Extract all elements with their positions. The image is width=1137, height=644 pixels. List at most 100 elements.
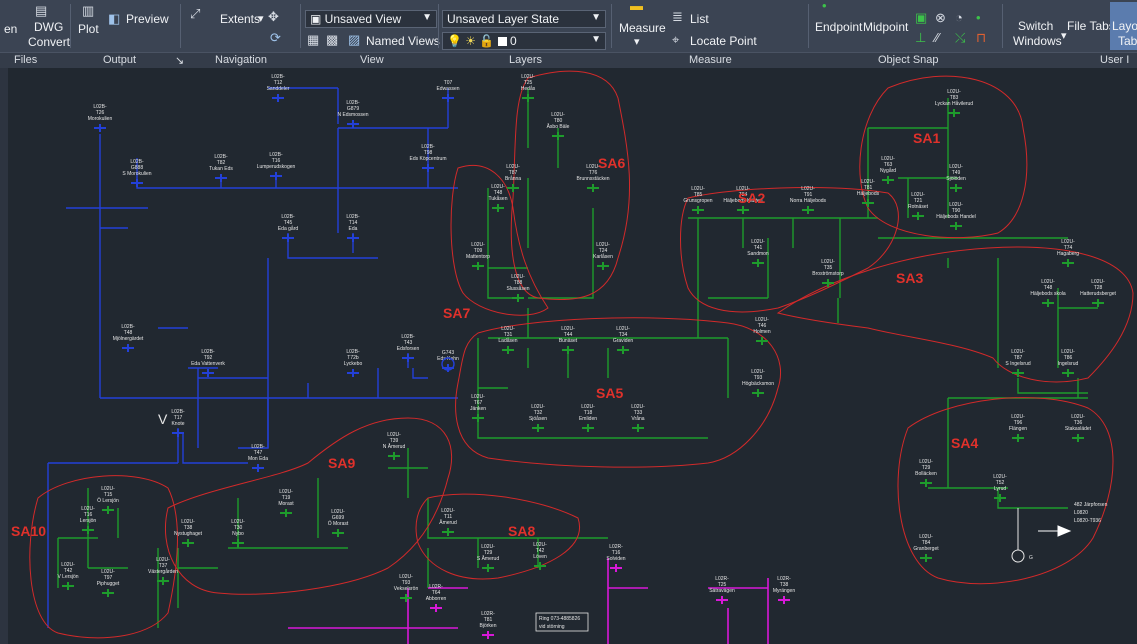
output-expand-icon[interactable]: ↘ (175, 54, 184, 67)
substation-node[interactable]: L02B-T92Eda Vattenverk (191, 349, 225, 377)
intersection-snap-icon[interactable]: • (976, 10, 981, 25)
layer-dropdown[interactable]: 💡 ☀ 🔓 0 ▼ (442, 32, 606, 50)
substation-node[interactable]: L02B-G888S Morokulien (122, 159, 152, 187)
substation-node[interactable]: L02U-T80Åsbo Bäle (547, 112, 570, 140)
substation-node[interactable]: L02U-T48Tukåsen (489, 184, 508, 212)
substation-node[interactable]: L02U-T39N Åmerud (383, 432, 406, 460)
node-snap-icon[interactable]: ⊗ (935, 10, 946, 26)
measure-dropdown-icon[interactable]: ▾ (634, 35, 640, 48)
substation-node[interactable]: L02U-T35Broströmstorp (812, 259, 844, 287)
open-button[interactable]: en (4, 22, 17, 36)
substation-node[interactable]: L02U-T93Vekselsrön (394, 574, 419, 602)
substation-node[interactable]: L02U-T86Ingelsrud (1058, 349, 1079, 377)
layer-state-dropdown[interactable]: Unsaved Layer State ▼ (442, 10, 606, 28)
substation-node[interactable]: L02U-T36Stakaslädet (1065, 414, 1092, 442)
measure-button[interactable]: Measure (619, 21, 666, 35)
substation-node[interactable]: L02U-T16Lersjön (80, 506, 97, 534)
extents-button[interactable]: Extents (220, 12, 260, 26)
substation-node[interactable]: L02U-T90Häljebods Handel (936, 202, 976, 230)
substation-node[interactable]: G743Eds Kehn (437, 350, 459, 372)
substation-node[interactable]: L02U-T09Mattentorp (466, 242, 490, 270)
parallel-snap-icon[interactable]: ∕∕ (935, 30, 939, 45)
substation-node[interactable]: L02U-T52Lyrud (993, 474, 1007, 502)
object-snap-settings-icon[interactable]: ⊓ (976, 30, 986, 46)
substation-node[interactable]: L02U-T38Nystughaget (174, 519, 203, 547)
substation-node[interactable]: L02U-T44Bunäset (559, 326, 578, 354)
substation-node[interactable]: L02U-T91Norra Häljebods (790, 186, 827, 214)
drawing-canvas[interactable]: L02B- T26 Morokulien L02B- T12 Sanddeler T07 Ed… (8, 68, 1137, 644)
orbit-icon[interactable]: ⟳ (270, 30, 281, 46)
substation-node[interactable]: L02U-T46Holmen (753, 317, 771, 345)
substation-node[interactable]: L02B-T17Knote (171, 409, 185, 437)
substation-node[interactable]: L02U-T48Häljebods skola (1030, 279, 1066, 307)
substation-node[interactable]: L02U-T33Vråna (631, 404, 645, 432)
substation-node[interactable]: L02B-T98Eds Köpcentrum (410, 144, 447, 172)
perpendicular-snap-icon[interactable]: ⊥ (915, 30, 926, 46)
substation-node[interactable]: L02U-T97Piphugget (97, 569, 120, 597)
substation-node[interactable]: L02U-T18Emliden (579, 404, 597, 432)
substation-node[interactable]: L02U-T93Högbäcksmon (742, 369, 774, 397)
substation-node[interactable]: L02U-T15Ö Lersjön (97, 486, 119, 514)
switch-windows-dropdown-icon[interactable]: ▾ (1061, 29, 1067, 42)
file-tabs-button[interactable]: File Tabs (1067, 19, 1115, 33)
substation-node[interactable]: L02B-T48Mjölnergärdet (113, 324, 144, 352)
substation-node[interactable]: L02U-T29Bolläcken (915, 459, 937, 487)
substation-node[interactable]: L02U-T74Hagaberg (1057, 239, 1079, 267)
substation-node[interactable]: L02U-G699Ö Morast (328, 509, 349, 537)
substation-node[interactable]: L02U-T84Granberget (913, 534, 939, 562)
view-dropdown[interactable]: ▣ Unsaved View ▼ (305, 10, 437, 28)
substation-node[interactable]: L02U-T21Rotnäset (908, 192, 929, 220)
view-manager-icon[interactable]: ▦ (307, 32, 319, 48)
substation-node[interactable]: L02U-T34Graviden (613, 326, 634, 354)
list-button[interactable]: List (690, 12, 709, 26)
substation-node[interactable]: L02U-T11Åmerud (439, 508, 457, 536)
endpoint-snap-button[interactable]: Endpoint (815, 20, 862, 34)
substation-node[interactable]: L02U-T25Hedås (521, 74, 536, 102)
substation-node[interactable]: L02U-T87S Ingelsrud (1005, 349, 1031, 377)
substation-node[interactable]: L02R-T38Myrängen (773, 576, 795, 604)
drawing-svg[interactable]: L02B-T26Morokulien L02B-T12Sanddeler T07Ed… (8, 68, 1137, 644)
substation-node[interactable]: L02U-T49Sjölöden (946, 164, 966, 192)
locate-point-button[interactable]: Locate Point (690, 34, 757, 48)
substation-node[interactable]: L02U-T67Jänken (470, 394, 486, 422)
substation-node[interactable]: L02U-T41Sandmon (747, 239, 769, 267)
restore-view-icon[interactable]: ▩ (326, 32, 338, 48)
substation-node[interactable]: L02U-T31Ladåsen (498, 326, 518, 354)
preview-button[interactable]: Preview (126, 12, 169, 26)
substation-node[interactable]: L02B-T82Tukan Eds (209, 154, 233, 182)
named-views-button[interactable]: Named Views (366, 34, 440, 48)
substation-node[interactable]: L02U-T63Nygård (880, 156, 896, 184)
substation-node[interactable]: T07Edwassen (436, 80, 460, 102)
substation-node[interactable]: L02B-T43Edsforsen (397, 334, 420, 362)
center-snap-icon[interactable]: ▣ (915, 10, 927, 26)
substation-node[interactable]: L02B-T12Sanddeler (267, 74, 290, 102)
substation-node[interactable]: L02B-T72bLyckebo (344, 349, 363, 377)
substation-node[interactable]: L02B-T45Eda gård (278, 214, 299, 242)
extents-dropdown-icon[interactable]: ▾ (258, 12, 264, 25)
substation-node[interactable]: L02U-T19Morast (278, 489, 294, 517)
substation-node[interactable]: L02U-T29S Åmerud (477, 544, 499, 572)
quadrant-snap-icon[interactable]: ◔ (955, 10, 963, 25)
substation-node[interactable]: L02U-T32Sjöåsen (529, 404, 547, 432)
switch-windows-button[interactable]: Switch (1018, 19, 1053, 33)
substation-node[interactable]: L02U-T42V Lersjön (57, 562, 79, 590)
substation-node[interactable]: L02R-T81Björken (480, 611, 497, 639)
substation-node[interactable]: L02U-T30Nybo (231, 519, 245, 547)
substation-node[interactable]: L02B-T26Morokulien (88, 104, 113, 132)
layout-tabs-button[interactable]: Layo Tabs (1110, 2, 1137, 50)
substation-node[interactable]: L02U-T28Hatterudsberget (1080, 279, 1117, 307)
substation-node[interactable]: L02R-T25Sätravägen (709, 576, 735, 604)
substation-node[interactable]: L02U-T85Grunsgropen (683, 186, 713, 214)
tangent-snap-icon[interactable]: ⤯ (955, 30, 965, 46)
pan-icon[interactable]: ✥ (268, 9, 279, 25)
substation-node[interactable]: L02R-T16Solviden (606, 544, 626, 572)
plot-button[interactable]: Plot (78, 22, 99, 36)
substation-node[interactable]: L02U-T87Brånna (505, 164, 521, 192)
dwg-convert-button[interactable]: DWG (34, 20, 63, 34)
substation-node[interactable]: L02U-T81Häljebods (857, 179, 880, 207)
substation-node[interactable]: L02U-T24Karlåsen (593, 242, 613, 270)
substation-node[interactable]: L02B-T16Lumperudskogen (257, 152, 296, 180)
substation-node[interactable]: L02B-G879N Edsmossen (337, 100, 369, 128)
midpoint-snap-button[interactable]: Midpoint (863, 20, 908, 34)
substation-node[interactable]: L02U-T96Flängen (1009, 414, 1027, 442)
